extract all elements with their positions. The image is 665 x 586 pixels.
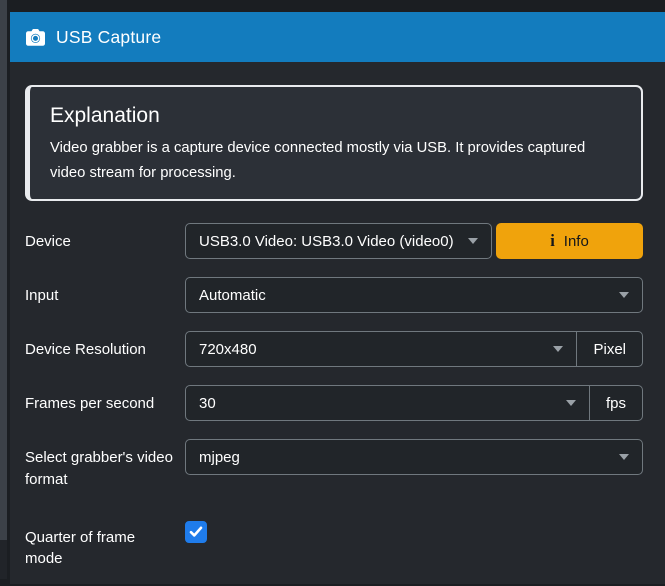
quarter-frame-row: Quarter of frame mode: [25, 519, 643, 571]
input-row: Input Automatic: [25, 277, 643, 313]
caret-down-icon: [566, 400, 576, 406]
fps-select-value: 30: [199, 395, 216, 412]
quarter-frame-label: Quarter of frame mode: [25, 519, 185, 571]
explanation-callout: Explanation Video grabber is a capture d…: [25, 85, 643, 201]
fps-select[interactable]: 30: [186, 386, 589, 420]
left-scrollbar-track: [0, 0, 7, 579]
fps-unit: fps: [589, 386, 642, 420]
fps-label: Frames per second: [25, 385, 185, 415]
info-icon: i: [550, 233, 555, 250]
resolution-select[interactable]: 720x480: [186, 332, 576, 366]
panel-title: USB Capture: [56, 27, 161, 48]
caret-down-icon: [619, 454, 629, 460]
quarter-frame-checkbox[interactable]: [185, 521, 207, 543]
caret-down-icon: [553, 346, 563, 352]
video-format-row: Select grabber's video format mjpeg: [25, 439, 643, 491]
resolution-label: Device Resolution: [25, 331, 185, 361]
panel-header: USB Capture: [10, 12, 665, 62]
info-button-label: Info: [564, 233, 589, 250]
video-format-label: Select grabber's video format: [25, 439, 185, 491]
camera-icon: [26, 29, 45, 46]
video-format-select[interactable]: mjpeg: [185, 439, 643, 475]
caret-down-icon: [619, 292, 629, 298]
explanation-text: Video grabber is a capture device connec…: [50, 136, 610, 185]
left-scrollbar-thumb[interactable]: [0, 0, 7, 540]
explanation-title: Explanation: [50, 103, 621, 128]
device-select-value: USB3.0 Video: USB3.0 Video (video0): [199, 233, 454, 250]
input-select[interactable]: Automatic: [185, 277, 643, 313]
input-select-value: Automatic: [199, 287, 266, 304]
panel-body: Explanation Video grabber is a capture d…: [10, 62, 665, 586]
device-label: Device: [25, 223, 185, 253]
input-label: Input: [25, 277, 185, 307]
resolution-row: Device Resolution 720x480 Pixel: [25, 331, 643, 367]
fps-row: Frames per second 30 fps: [25, 385, 643, 421]
resolution-select-value: 720x480: [199, 341, 257, 358]
caret-down-icon: [468, 238, 478, 244]
device-row: Device USB3.0 Video: USB3.0 Video (video…: [25, 223, 643, 259]
resolution-unit: Pixel: [576, 332, 642, 366]
device-select[interactable]: USB3.0 Video: USB3.0 Video (video0): [185, 223, 492, 259]
video-format-select-value: mjpeg: [199, 449, 240, 466]
usb-capture-panel: USB Capture Explanation Video grabber is…: [10, 12, 665, 584]
device-info-button[interactable]: i Info: [496, 223, 643, 259]
check-icon: [189, 526, 203, 538]
